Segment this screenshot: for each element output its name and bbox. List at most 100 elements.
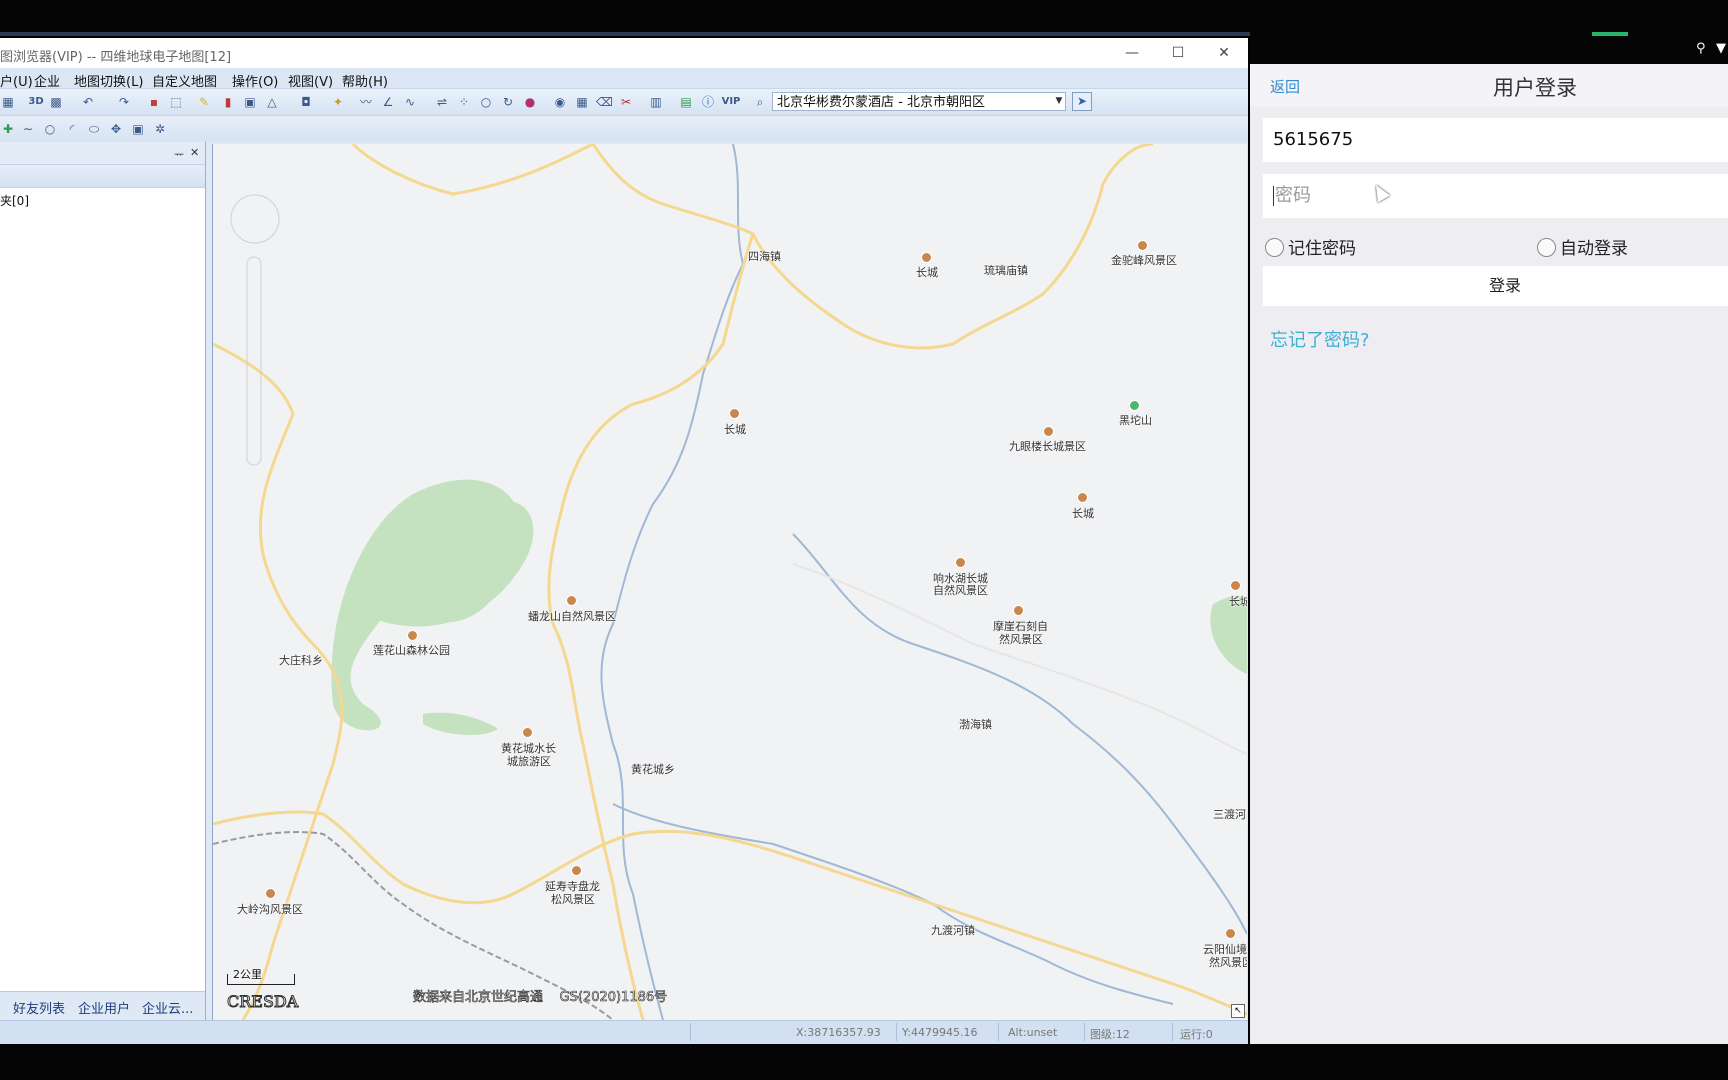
go-send-button[interactable]: ➤ (1072, 92, 1092, 111)
radio-circle-icon[interactable] (1265, 238, 1284, 257)
ellipse-icon[interactable]: ⬭ (86, 121, 102, 137)
redo-icon[interactable]: ↷ (116, 94, 132, 110)
scenic-poi-icon[interactable] (1043, 426, 1054, 437)
scenic-poi-icon[interactable] (921, 252, 932, 263)
forgot-password-link[interactable]: 忘记了密码? (1270, 326, 1370, 352)
tag-icon[interactable]: ● (522, 94, 538, 110)
image-icon[interactable]: ▣ (242, 94, 258, 110)
remember-password-checkbox[interactable]: 记住密码 (1265, 234, 1356, 259)
username-field[interactable]: 5615675 (1263, 118, 1728, 162)
polyline-icon[interactable]: 〰 (358, 94, 374, 110)
info-icon[interactable]: ⓘ (700, 94, 716, 110)
scenic-poi-icon[interactable] (1137, 240, 1148, 251)
maximize-button[interactable]: ☐ (1160, 42, 1196, 64)
menu-operation[interactable]: 操作(O) (232, 71, 278, 90)
scenic-poi-icon[interactable] (1077, 492, 1088, 503)
title-bar[interactable]: 图浏览器(VIP) -- 四维地球电子地图[12] — ☐ ✕ (0, 38, 1248, 68)
select-box-icon[interactable]: ⬚ (168, 94, 184, 110)
close-panel-icon[interactable]: ✕ (190, 146, 199, 159)
map-label-moya-2: 然风景区 (999, 633, 1043, 646)
rotate-icon[interactable]: ↻ (500, 94, 516, 110)
status-bar: X:38716357.93 Y:4479945.16 Alt:unset 图级:… (0, 1020, 1248, 1044)
vip-button[interactable]: VIP (720, 94, 742, 110)
scenic-poi-icon[interactable] (522, 727, 533, 738)
tab-enterprise-cloud[interactable]: 企业云... (142, 998, 193, 1017)
menu-enterprise[interactable]: 企业 (34, 71, 60, 90)
search-icon[interactable]: ⌕ (752, 94, 768, 110)
undo-icon[interactable]: ↶ (80, 94, 96, 110)
scenic-poi-icon[interactable] (955, 557, 966, 568)
phone-login-panel: ⚲ ▼ 返回 用户登录 5615675 密码 记住密码 自动登录 登录 忘记了密… (1250, 36, 1728, 1044)
map-label-yunyang-2: 然风景区 (1209, 956, 1247, 969)
close-button[interactable]: ✕ (1206, 42, 1242, 64)
pencil-icon[interactable]: ✎ (196, 94, 212, 110)
scenic-poi-icon[interactable] (407, 630, 418, 641)
auto-login-checkbox[interactable]: 自动登录 (1537, 234, 1628, 259)
cresda-logo: CRESDA (226, 992, 299, 1012)
tab-friends[interactable]: 好友列表 (13, 998, 65, 1017)
ruler-icon[interactable]: ▮ (220, 94, 236, 110)
settings-icon[interactable]: ✲ (152, 121, 168, 137)
folder-item[interactable]: 夹[0] (0, 188, 205, 209)
menu-help[interactable]: 帮助(H) (342, 71, 388, 90)
chart-icon[interactable]: ▥ (648, 94, 664, 110)
map-label-lianhuashan: 莲花山森林公园 (373, 644, 450, 657)
map-label-yanshousi-2: 松风景区 (551, 893, 595, 906)
location-icon: ⚲ (1696, 41, 1706, 56)
menu-user[interactable]: 户(U) (0, 71, 33, 90)
3d-button[interactable]: 3D (26, 94, 46, 110)
map-label-bohaizhen: 渤海镇 (959, 718, 992, 731)
menu-view[interactable]: 视图(V) (288, 71, 333, 90)
line-icon[interactable]: ∼ (20, 121, 36, 137)
pin-icon[interactable]: ✚ (0, 121, 16, 137)
tab-enterprise-users[interactable]: 企业用户 (78, 998, 130, 1017)
scissors-icon[interactable]: ✂ (618, 94, 634, 110)
menu-custom-map[interactable]: 自定义地图 (152, 71, 217, 90)
wifi-icon: ▼ (1716, 41, 1726, 56)
login-button[interactable]: 登录 (1263, 266, 1728, 306)
eraser-icon[interactable]: ⌫ (596, 94, 613, 110)
scenic-poi-icon[interactable] (265, 888, 276, 899)
map-label-dazhuangke: 大庄科乡 (279, 654, 323, 667)
globe-icon[interactable]: ◉ (552, 94, 568, 110)
minimize-button[interactable]: — (1114, 42, 1150, 64)
map-label-jiuduhe: 九渡河镇 (931, 924, 975, 937)
scenic-poi-icon[interactable] (571, 865, 582, 876)
map-label-dalinggou: 大岭沟风景区 (237, 903, 303, 916)
mountain-poi-icon[interactable] (1129, 400, 1140, 411)
scenic-poi-icon[interactable] (566, 595, 577, 606)
map-label-sanduhe: 三渡河 (1213, 808, 1246, 821)
grid-icon[interactable]: ▦ (574, 94, 590, 110)
screen-top-strip (0, 0, 1728, 38)
location-search-input[interactable]: 北京华彬费尔蒙酒店 - 北京市朝阳区 (772, 92, 1066, 111)
scenic-poi-icon[interactable] (1230, 580, 1241, 591)
scenic-poi-icon[interactable] (1225, 928, 1236, 939)
menu-map-switch[interactable]: 地图切换(L) (74, 71, 143, 90)
angle-icon[interactable]: ∠ (380, 94, 396, 110)
page-title: 用户登录 (1493, 76, 1577, 100)
scenic-poi-icon[interactable] (729, 408, 740, 419)
pan-icon[interactable]: ✥ (108, 121, 124, 137)
chevron-down-icon[interactable]: ▼ (1052, 92, 1066, 111)
delete-icon[interactable]: ▪ (146, 94, 162, 110)
points-icon[interactable]: ⁘ (456, 94, 472, 110)
remember-password-label: 记住密码 (1288, 239, 1356, 259)
video-icon[interactable]: ◘ (298, 94, 314, 110)
curve-icon[interactable]: ∿ (402, 94, 418, 110)
route-icon[interactable]: ⇌ (434, 94, 450, 110)
expand-icon[interactable]: ↖ (1231, 1004, 1245, 1018)
3d-2d-toggle-icon[interactable]: ▩ (48, 94, 64, 110)
fit-extent-icon[interactable]: ▣ (130, 121, 146, 137)
password-field[interactable]: 密码 (1263, 174, 1728, 218)
pin-panel-icon[interactable]: ᅲ (174, 146, 184, 162)
scenic-poi-icon[interactable] (1013, 605, 1024, 616)
layers-icon[interactable]: ▦ (0, 94, 16, 110)
map-view[interactable]: 四海镇 长城 琉璃庙镇 金驼峰风景区 长城 黑坨山 九眼楼长城景区 长城 响水湖… (212, 144, 1247, 1020)
chat-icon[interactable]: ▤ (678, 94, 694, 110)
circle-tool-icon[interactable]: ○ (478, 94, 494, 110)
arc-icon[interactable]: ◜ (64, 121, 80, 137)
circle-icon[interactable]: ○ (42, 121, 58, 137)
measure-icon[interactable]: △ (264, 94, 280, 110)
radio-circle-icon[interactable] (1537, 238, 1556, 257)
marker-icon[interactable]: ✦ (330, 94, 346, 110)
